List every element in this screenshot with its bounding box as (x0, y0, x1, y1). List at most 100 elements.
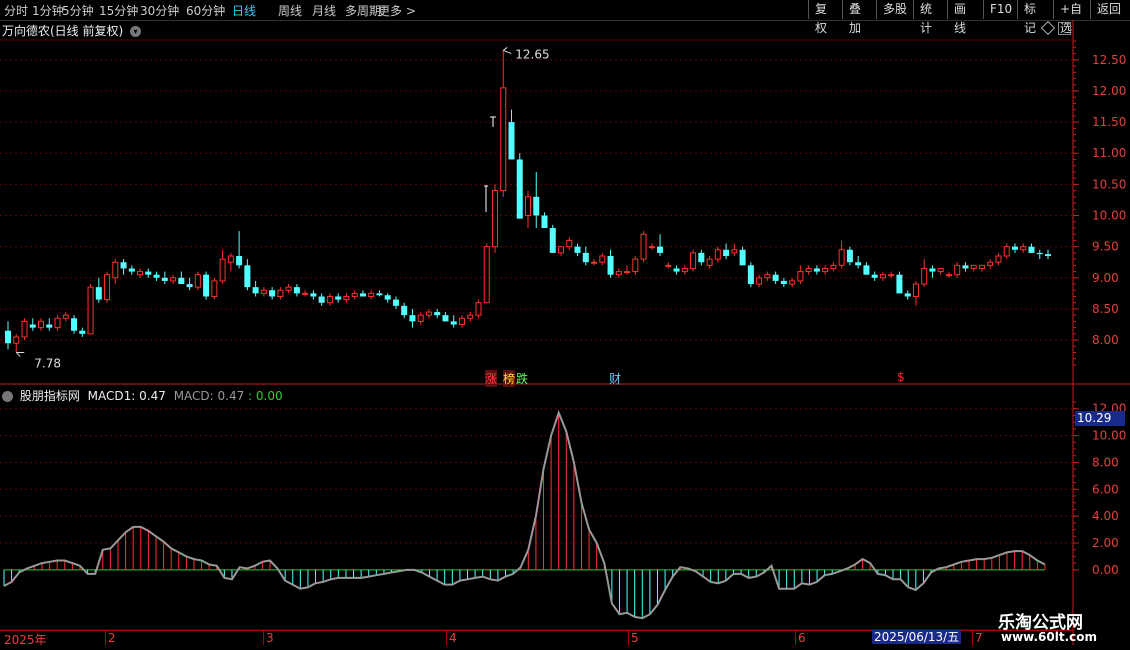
watermark-url: www.60lt.com (1001, 630, 1098, 644)
candle-body (541, 215, 548, 228)
event-marker-3[interactable]: 财 (609, 370, 621, 387)
candle-body (574, 246, 581, 253)
date-separator (105, 631, 106, 645)
candle-body (128, 268, 135, 272)
candle-body (318, 296, 325, 303)
candle-body (1020, 246, 1027, 251)
candle-body (673, 268, 680, 272)
candle-body (112, 261, 119, 279)
macd1-value: MACD1: 0.47 (87, 389, 166, 403)
chevron-down-icon[interactable] (2, 391, 13, 402)
candle-body (62, 314, 69, 319)
candle-body (359, 293, 366, 297)
candle-body (558, 246, 565, 254)
candle-body (458, 317, 465, 326)
cursor-date: 2025/06/13/五 (872, 630, 962, 644)
event-marker-0[interactable]: 涨 (485, 370, 498, 387)
candle-body (71, 318, 78, 331)
t-mark (484, 185, 488, 212)
candle-body (896, 274, 903, 294)
candle-body (756, 277, 763, 285)
candle-body (533, 196, 540, 216)
candle-body (657, 246, 664, 253)
candle-body (87, 286, 94, 335)
candle-body (995, 255, 1002, 263)
ind-y-label: 6.00 (1092, 482, 1119, 496)
candle-body (178, 277, 185, 285)
candle-body (293, 287, 300, 294)
date-label: 4 (449, 631, 457, 645)
candle-body (186, 284, 193, 288)
candle-body (1045, 254, 1051, 256)
candle-body (937, 267, 944, 273)
candle-body (1036, 252, 1043, 255)
candle-body (269, 290, 276, 297)
candle-body (706, 258, 713, 266)
main-y-label: 11.50 (1092, 115, 1126, 129)
candle-body (723, 249, 730, 256)
ind-y-label: 8.00 (1092, 455, 1119, 469)
candle-body (153, 274, 160, 278)
event-marker-4[interactable]: $ (897, 370, 905, 384)
candle-body (838, 249, 845, 266)
candle-body (871, 274, 878, 278)
candle-body (846, 249, 853, 263)
candle-body (29, 324, 36, 328)
date-label: 2025年 (4, 633, 47, 647)
candle-body (5, 330, 11, 344)
candle-body (855, 262, 862, 266)
candle-body (236, 256, 243, 266)
candle-body (13, 336, 20, 344)
candle-body (351, 292, 358, 297)
candle-body (79, 330, 86, 334)
candle-body (822, 267, 829, 273)
date-label: 3 (266, 631, 274, 645)
candle-body (467, 314, 474, 319)
candle-body (491, 190, 498, 248)
high-label: 12.65 (515, 47, 549, 61)
candle-body (599, 255, 606, 263)
candle-body (137, 271, 144, 276)
low-label: 7.78 (34, 357, 61, 371)
date-label: 6 (798, 631, 806, 645)
candle-body (879, 274, 886, 279)
candle-body (690, 252, 697, 269)
candle-body (95, 287, 102, 300)
candle-body (954, 264, 961, 276)
candle-body (376, 293, 383, 296)
candle-body (508, 122, 515, 160)
candle-body (904, 293, 911, 297)
candle-body (392, 299, 399, 306)
candle-body (607, 256, 614, 275)
candle-body (244, 265, 251, 288)
candle-body (194, 274, 201, 288)
main-y-label: 9.50 (1092, 240, 1119, 254)
candle-body (648, 246, 655, 249)
candle-body (211, 280, 218, 297)
candle-body (219, 258, 226, 282)
candle-body (780, 280, 787, 285)
candle-body (714, 249, 721, 260)
candle-body (401, 305, 408, 316)
low-arrow (15, 352, 25, 357)
candle-body (343, 295, 350, 301)
candle-body (566, 239, 573, 248)
candle-body (1011, 246, 1018, 250)
candle-body (475, 302, 482, 316)
candle-body (739, 249, 746, 266)
candle-body (516, 159, 523, 219)
main-y-label: 10.50 (1092, 177, 1126, 191)
indicator-name: 股朋指标网 (19, 389, 80, 403)
candle-body (145, 271, 152, 275)
date-separator (263, 631, 264, 645)
main-y-label: 11.00 (1092, 146, 1126, 160)
candle-body (632, 258, 639, 273)
candle-body (277, 289, 284, 297)
event-marker-2[interactable]: 跌 (516, 370, 528, 387)
date-label: 5 (631, 631, 639, 645)
indicator-title: 股朋指标网 MACD1: 0.47 MACD: 0.47 : 0.00 (2, 387, 283, 404)
date-separator (972, 631, 973, 645)
event-marker-1[interactable]: 榜 (503, 370, 516, 387)
candlestick-chart[interactable]: 12.50 12.00 11.50 11.00 10.50 10.00 9.50 9.00 8.… (0, 0, 1130, 650)
candle-body (434, 312, 441, 316)
